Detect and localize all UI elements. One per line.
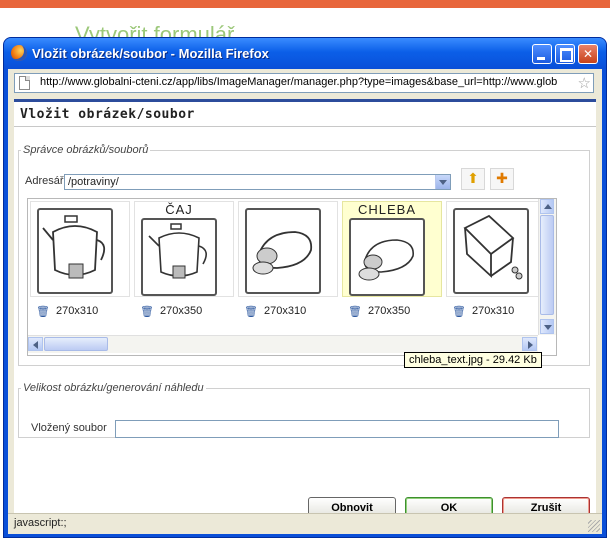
resize-grip-icon[interactable] [588,520,600,532]
image-thumb-5[interactable] [446,201,546,297]
image-dimensions: 270x310 [56,305,99,317]
image-manager-legend: Správce obrázků/souborů [23,144,149,156]
bread-image [349,218,425,296]
sugar-image [453,208,529,294]
status-bar: javascript:; [8,513,602,534]
horizontal-scrollbar[interactable] [28,335,538,353]
image-caption: ČAJ [165,202,193,217]
inserted-file-input[interactable] [115,420,559,438]
delete-icon[interactable]: 🗑 [452,305,466,318]
chevron-left-icon [33,341,38,349]
chevron-up-icon [544,204,552,209]
folder-up-icon: ⬆ [467,171,479,187]
size-fieldset: Velikost obrázku/generování náhledu Vlož… [18,382,590,438]
new-folder-button[interactable]: ✚ [490,168,514,190]
dialog-title: Vložit obrázek/soubor [20,107,195,122]
image-thumb-4[interactable]: CHLEBA [342,201,442,297]
size-legend: Velikost obrázku/generování náhledu [23,382,204,394]
status-text: javascript:; [14,517,67,529]
vertical-scroll-thumb[interactable] [540,215,554,315]
image-caption: CHLEBA [357,202,417,217]
scroll-up-button[interactable] [540,199,554,214]
address-bar[interactable]: http://www.globalni-cteni.cz/app/libs/Im… [14,73,594,93]
tea-image [141,218,217,296]
directory-value: /potraviny/ [68,176,119,188]
chevron-down-icon[interactable] [435,175,450,189]
bookmark-star-icon[interactable]: ☆ [578,74,591,92]
delete-icon[interactable]: 🗑 [244,305,258,318]
chevron-down-icon [544,325,552,330]
directory-label: Adresář [25,175,64,187]
maximize-button[interactable] [555,44,575,64]
image-dimensions: 270x350 [368,305,411,317]
window-title: Vložit obrázek/soubor - Mozilla Firefox [32,46,269,61]
chevron-right-icon [528,341,533,349]
url-text: http://www.globalni-cteni.cz/app/libs/Im… [40,76,558,88]
image-manager-fieldset: Správce obrázků/souborů Adresář /potravi… [18,144,590,366]
scroll-right-button[interactable] [522,337,537,351]
delete-icon[interactable]: 🗑 [36,305,50,318]
directory-select[interactable]: /potraviny/ [64,174,451,190]
image-dimensions: 270x350 [160,305,203,317]
maximize-icon [560,48,573,62]
image-thumb-2[interactable]: ČAJ [134,201,234,297]
up-folder-button[interactable]: ⬆ [461,168,485,190]
background-top-bar [0,0,610,8]
image-gallery: 🗑 270x310 ČAJ 🗑 270x350 🗑 270x310 CHLEBA… [27,198,557,356]
teapot-image [37,208,113,294]
close-icon: ✕ [582,47,594,61]
firefox-popup-window: Vložit obrázek/soubor - Mozilla Firefox … [4,38,606,537]
scroll-left-button[interactable] [28,337,43,351]
image-tooltip: chleba_text.jpg - 29.42 Kb [404,352,542,368]
minimize-button[interactable] [532,44,552,64]
image-dimensions: 270x310 [264,305,307,317]
file-label: Vložený soubor [31,422,107,434]
delete-icon[interactable]: 🗑 [140,305,154,318]
close-button[interactable]: ✕ [578,44,598,64]
scroll-down-button[interactable] [540,319,554,334]
minimize-icon [537,57,545,60]
new-folder-icon: ✚ [496,171,508,187]
title-divider [14,126,596,127]
window-titlebar[interactable]: Vložit obrázek/soubor - Mozilla Firefox … [4,38,606,69]
firefox-icon [11,45,27,61]
bread-image [245,208,321,294]
vertical-scrollbar[interactable] [538,199,556,335]
window-client-area: http://www.globalni-cteni.cz/app/libs/Im… [8,69,602,534]
image-thumb-1[interactable] [30,201,130,297]
horizontal-scroll-thumb[interactable] [44,337,108,351]
image-dimensions: 270x310 [472,305,515,317]
image-thumb-3[interactable] [238,201,338,297]
page-icon [19,76,30,90]
delete-icon[interactable]: 🗑 [348,305,362,318]
dialog-content: Vložit obrázek/soubor Správce obrázků/so… [14,99,596,519]
